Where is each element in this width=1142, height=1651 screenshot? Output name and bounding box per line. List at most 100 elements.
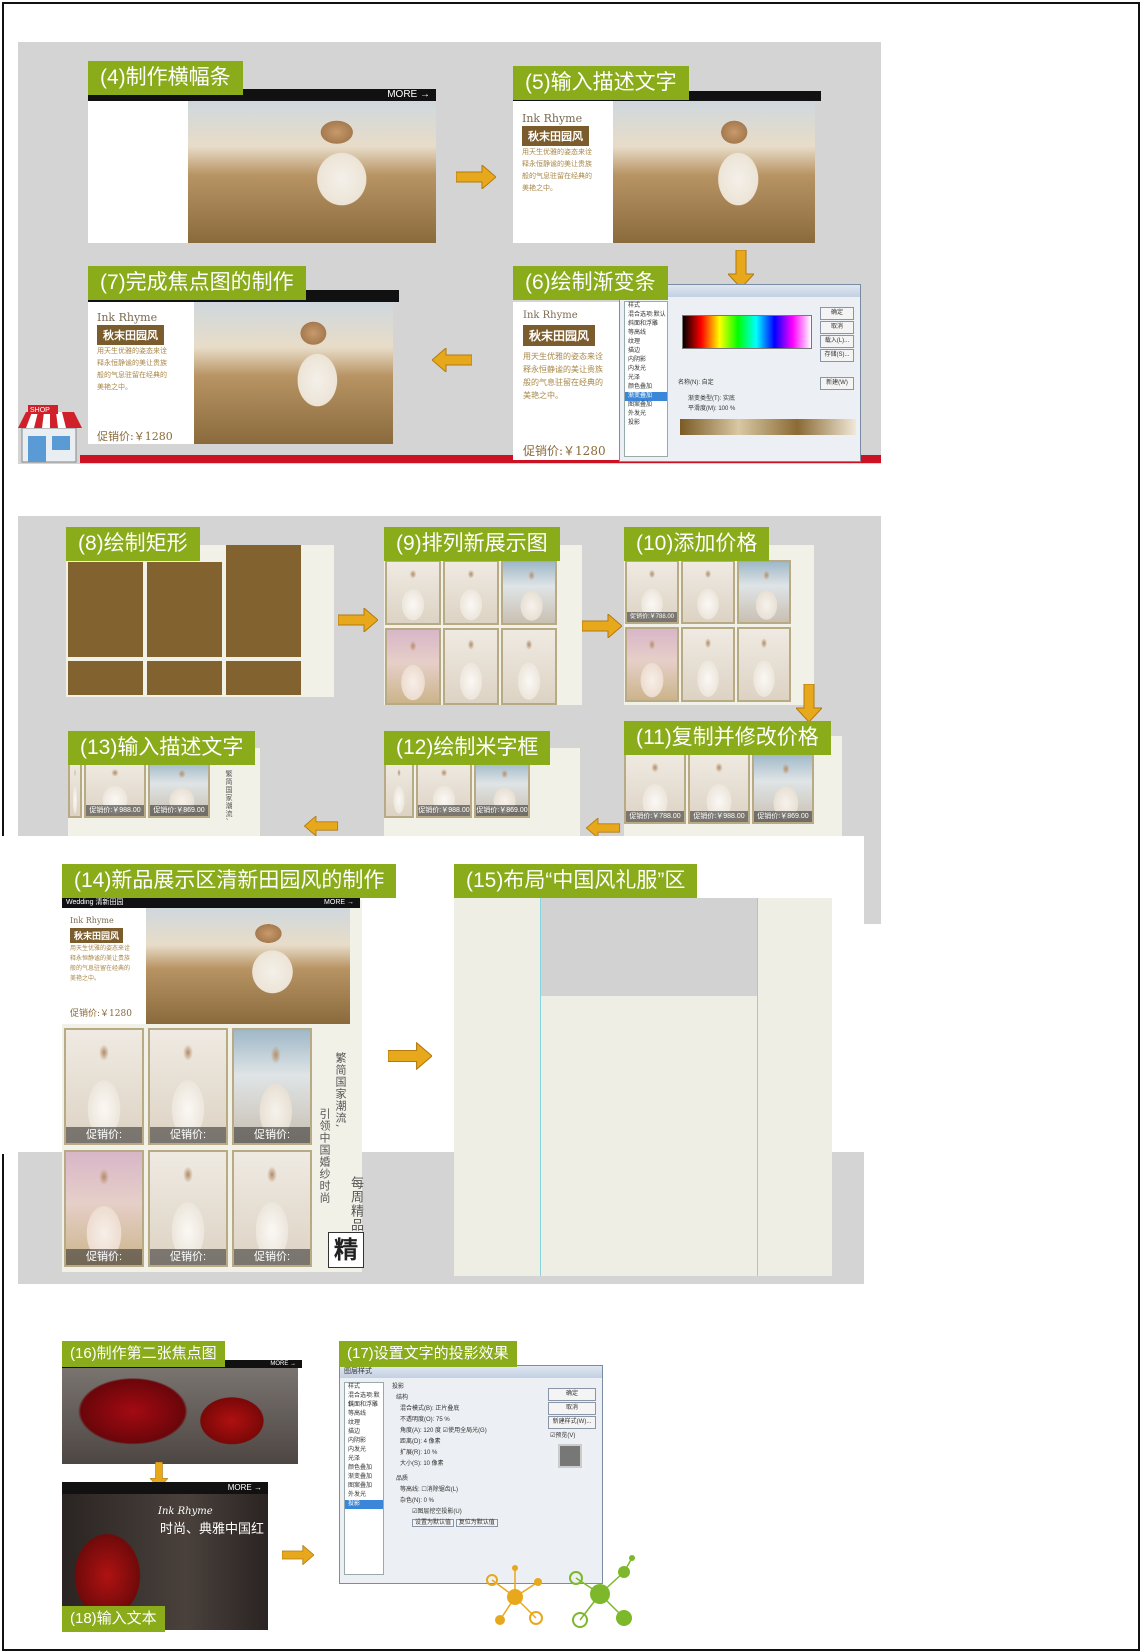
step14-ink: Ink Rhyme bbox=[70, 916, 114, 925]
grid11-photo-3: 促销价:￥869.00 bbox=[752, 752, 814, 824]
step14-bar-left: Wedding 清新田园 bbox=[66, 899, 124, 906]
step-18-label: (18)输入文本 bbox=[62, 1606, 165, 1632]
grid11-photo-1: 促销价:￥788.00 bbox=[624, 752, 686, 824]
grid13-photo-2: 促销价:￥988.00 bbox=[84, 760, 146, 818]
save-button[interactable]: 存储(S)... bbox=[820, 349, 854, 362]
more-link: MORE → bbox=[387, 89, 430, 100]
step-17-label: (17)设置文字的投影效果 bbox=[339, 1341, 517, 1367]
grid10-photo-4 bbox=[625, 627, 679, 702]
grid9-photo-3 bbox=[501, 560, 557, 625]
banner7-photo bbox=[194, 302, 393, 444]
gradient-ramp[interactable] bbox=[680, 419, 856, 435]
new-style-button[interactable]: 新建样式(W)... bbox=[548, 1416, 596, 1429]
gradient-smooth-label: 平滑度(M): 100 % bbox=[688, 406, 736, 412]
shadow-settings: 投影 结构 混合模式(B): 正片叠底 不透明度(O): 75 % 角度(A):… bbox=[392, 1382, 534, 1572]
rect-3 bbox=[226, 545, 301, 657]
grid9-photo-4 bbox=[385, 628, 441, 705]
step-9-label: (9)排列新展示图 bbox=[384, 527, 560, 561]
grid12-photo-1 bbox=[384, 760, 414, 818]
step-12-label: (12)绘制米字框 bbox=[384, 731, 551, 765]
preview-checkbox[interactable]: ☑预览(V) bbox=[550, 1430, 594, 1439]
grid9-photo-6 bbox=[501, 628, 557, 705]
rect-1 bbox=[68, 562, 143, 657]
step14-desc: 用天生优雅的姿态来诠 释永恒静谧的美让贵族 般的气息驻留在经典的 美艳之中。 bbox=[70, 945, 131, 982]
step-4-label: (4)制作横幅条 bbox=[88, 61, 243, 95]
preview-swatch bbox=[558, 1444, 582, 1468]
banner6-desc: 用天生优雅的姿态来诠 释永恒静谧的美让贵族 般的气息驻留在经典的 美艳之中。 bbox=[523, 352, 603, 400]
grid14-photo-2: 促销价:￥988.00 bbox=[148, 1028, 228, 1145]
guide-line-1 bbox=[540, 898, 541, 1276]
arrow-left-icon bbox=[584, 818, 622, 838]
load-button[interactable]: 载入(L)... bbox=[820, 335, 854, 348]
gradient-name-label: 名称(N): 自定 bbox=[678, 380, 714, 386]
gradient-type-label: 渐变类型(T): 实底 bbox=[688, 396, 735, 402]
banner6-tag: 秋末田园风 bbox=[523, 325, 596, 346]
arrow-left-icon bbox=[302, 816, 340, 836]
grid9-photo-5 bbox=[443, 628, 499, 705]
step13-vertical-text: 繁简国家潮流, bbox=[225, 770, 233, 822]
arrow-left-icon bbox=[432, 348, 472, 372]
arrow-down-icon bbox=[728, 250, 754, 288]
step-11-label: (11)复制并修改价格 bbox=[624, 721, 831, 755]
ok-button[interactable]: 确定 bbox=[820, 307, 854, 320]
step14-bar: Wedding 清新田园 MORE → bbox=[62, 898, 360, 908]
step14-more: MORE → bbox=[324, 899, 354, 906]
layer-style-dialog: 图层样式 样式 混合选项:默认 斜面和浮雕 等高线 纹理 描边 内阴影 内发光 光泽 颜色叠加 渐变… bbox=[339, 1365, 603, 1584]
banner7-price: 促销价:￥1280 bbox=[97, 430, 173, 443]
shop-icon: SHOP bbox=[18, 402, 82, 464]
rect-2 bbox=[147, 562, 222, 657]
arrow-right-icon bbox=[338, 608, 378, 632]
step18-script: Ink Rhyme bbox=[158, 1506, 213, 1517]
step-5-label: (5)输入描述文字 bbox=[513, 66, 689, 100]
step18-title: 时尚、典雅中国红 bbox=[160, 1522, 265, 1537]
rect-6 bbox=[226, 661, 301, 695]
grid14-photo-4: 促销价:￥668.00 bbox=[64, 1150, 144, 1267]
banner6-price: 促销价:￥1280 bbox=[523, 444, 606, 458]
gradient-style-list: 样式 混合选项:默认 斜面和浮雕 等高线 纹理 描边 内阴影 内发光 光泽 颜色叠加 渐变叠加 图案叠… bbox=[624, 301, 668, 457]
arrow-down-icon bbox=[796, 684, 822, 722]
step18-bar: MORE → bbox=[62, 1482, 268, 1494]
side-text-1: 繁简国家潮流, bbox=[334, 1052, 347, 1129]
banner5-ink: Ink Rhyme bbox=[522, 112, 583, 125]
banner7-ink: Ink Rhyme bbox=[97, 311, 158, 324]
arrow-right-icon bbox=[388, 1042, 432, 1070]
grid12-photo-2: 促销价:￥988.00 bbox=[416, 760, 472, 818]
step14-banner-photo bbox=[146, 908, 350, 1024]
molecule-green-icon bbox=[562, 1554, 636, 1634]
set-default-button[interactable]: 设置为默认值 bbox=[412, 1519, 455, 1527]
step-13-label: (13)输入描述文字 bbox=[68, 731, 256, 765]
new-gradient-button[interactable]: 新建(W) bbox=[820, 377, 854, 390]
grid9-photo-2 bbox=[443, 560, 499, 625]
step-15-label: (15)布局“中国风礼服”区 bbox=[454, 864, 698, 898]
grid10-photo-3 bbox=[737, 560, 791, 624]
step14-price: 促销价:￥1280 bbox=[70, 1009, 132, 1019]
side-text-2: 引领中国婚纱时尚 bbox=[318, 1108, 331, 1204]
ok-button[interactable]: 确定 bbox=[548, 1388, 596, 1401]
guide-line-2 bbox=[757, 898, 758, 1276]
rect-5 bbox=[147, 661, 222, 695]
arrow-right-icon bbox=[282, 1545, 314, 1565]
cancel-button[interactable]: 取消 bbox=[548, 1402, 596, 1415]
grid14-photo-1: 促销价:￥788.00 bbox=[64, 1028, 144, 1145]
layer-style-list: 样式 混合选项:默认 斜面和浮雕 等高线 纹理 描边 内阴影 内发光 光泽 颜色叠加 渐变叠加 图案叠… bbox=[344, 1382, 384, 1575]
layer-style-title: 图层样式 bbox=[340, 1366, 602, 1378]
banner7-desc: 用天生优雅的姿态来诠 释永恒静谧的美让贵族 般的气息驻留在经典的 美艳之中。 bbox=[97, 347, 167, 391]
step-10-label: (10)添加价格 bbox=[624, 527, 770, 561]
cancel-button[interactable]: 取消 bbox=[820, 321, 854, 334]
grid13-photo-3: 促销价:￥869.00 bbox=[148, 760, 210, 818]
grid10-photo-5 bbox=[681, 627, 735, 702]
shop-text: SHOP bbox=[30, 407, 50, 414]
banner4-white bbox=[88, 101, 188, 243]
gradient-presets[interactable] bbox=[682, 315, 812, 349]
gradient-editor-dialog: 样式 混合选项:默认 斜面和浮雕 等高线 纹理 描边 内阴影 内发光 光泽 颜色叠加 渐变叠加 图案叠… bbox=[619, 284, 861, 462]
banner6-ink: Ink Rhyme bbox=[523, 310, 578, 321]
step15-gray-block bbox=[541, 898, 757, 996]
reset-default-button[interactable]: 复位为默认值 bbox=[455, 1519, 498, 1527]
step14-tag: 秋末田园风 bbox=[70, 928, 124, 943]
banner5-photo bbox=[613, 101, 815, 243]
jing-seal: 精 bbox=[328, 1232, 364, 1268]
step-14-label: (14)新品展示区清新田园风的制作 bbox=[62, 864, 397, 898]
grid9-photo-1 bbox=[385, 560, 441, 625]
banner4-photo bbox=[188, 101, 436, 243]
grid13-photo-1 bbox=[68, 760, 82, 818]
